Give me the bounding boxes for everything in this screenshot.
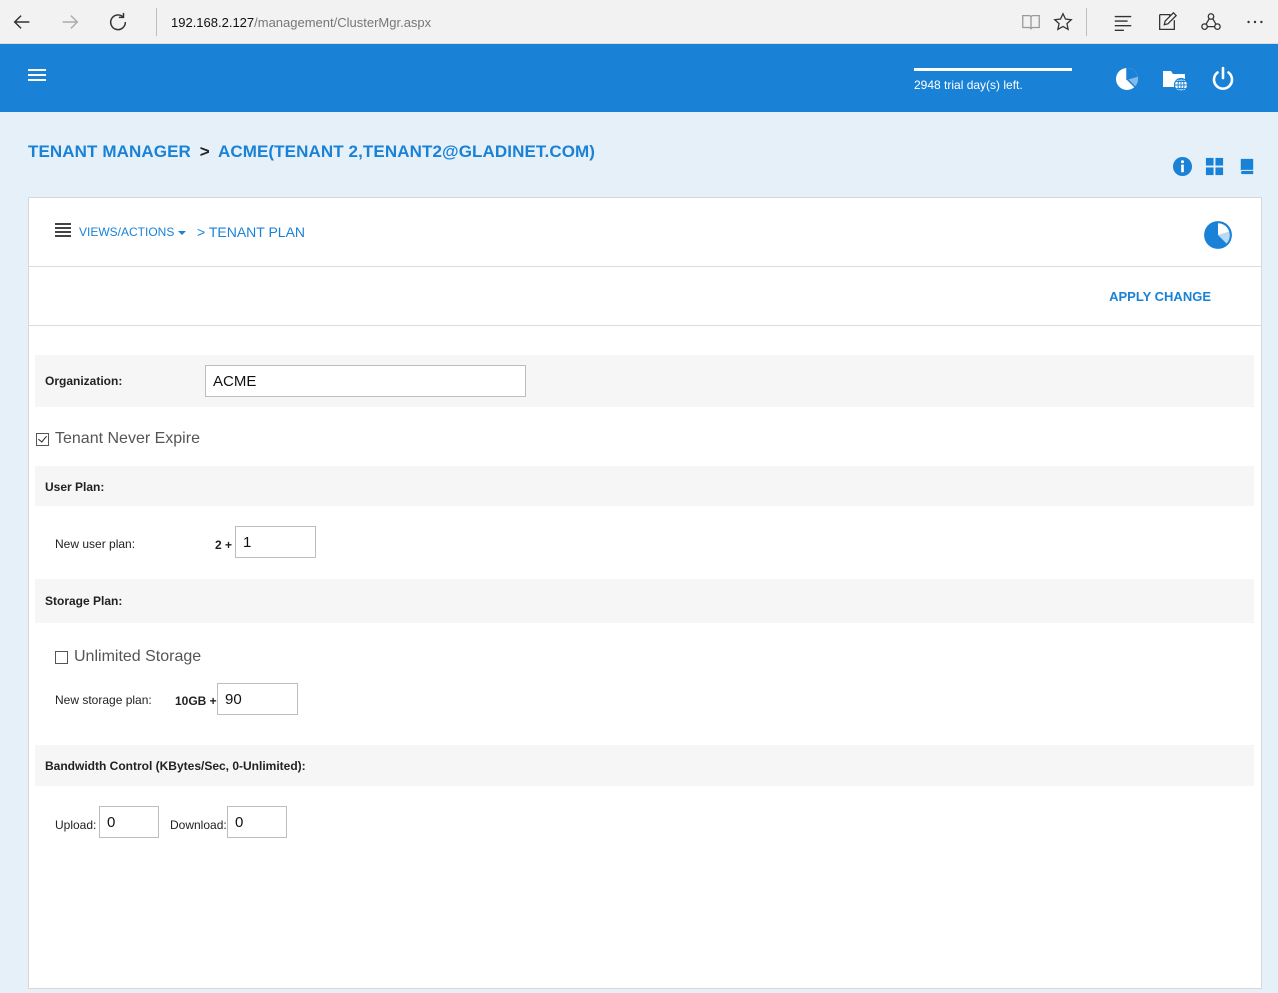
unlimited-storage-checkbox[interactable]	[55, 650, 68, 664]
browser-toolbar: 192.168.2.127/management/ClusterMgr.aspx	[0, 0, 1278, 44]
pen-note-icon	[1159, 11, 1178, 30]
info-icon	[1172, 156, 1192, 176]
pie-chart-icon[interactable]	[1203, 220, 1233, 250]
trial-text: 2948 trial day(s) left.	[914, 78, 1023, 92]
back-arrow-icon	[13, 15, 30, 29]
user-plan-header: User Plan:	[45, 480, 105, 494]
reading-view-button[interactable]	[1018, 9, 1044, 35]
page-tools	[1170, 154, 1258, 178]
book-icon	[1239, 158, 1253, 174]
hub-icon	[1114, 15, 1132, 31]
bandwidth-section: Bandwidth Control (KBytes/Sec, 0-Unlimit…	[35, 745, 1254, 786]
toolbar-divider	[1086, 8, 1087, 36]
download-input[interactable]	[227, 806, 287, 838]
share-button[interactable]	[1198, 9, 1224, 35]
list-icon[interactable]	[55, 223, 71, 237]
user-plan-section: User Plan:	[35, 466, 1254, 506]
apply-change-button[interactable]: APPLY CHANGE	[1109, 289, 1211, 304]
tenant-never-expire-row: Tenant Never Expire	[36, 430, 200, 448]
bandwidth-header: Bandwidth Control (KBytes/Sec, 0-Unlimit…	[45, 759, 306, 773]
more-button[interactable]	[1242, 9, 1268, 35]
new-user-plan-input[interactable]	[235, 526, 316, 558]
web-note-button[interactable]	[1154, 9, 1180, 35]
more-dots-icon	[1247, 20, 1263, 24]
breadcrumb-current: ACME(TENANT 2,TENANT2@GLADINET.COM)	[217, 142, 596, 161]
pie-chart-icon	[1116, 68, 1139, 90]
grid-icon	[1205, 157, 1223, 175]
trial-indicator: 2948 trial day(s) left.	[914, 68, 1072, 92]
info-button[interactable]	[1170, 154, 1194, 178]
unlimited-storage-label: Unlimited Storage	[74, 648, 202, 665]
breadcrumb: TENANT MANAGER > ACME(TENANT 2,TENANT2@G…	[28, 142, 595, 162]
storage-plan-section: Storage Plan:	[35, 579, 1254, 623]
logout-button[interactable]	[1208, 64, 1238, 94]
breadcrumb-root[interactable]: TENANT MANAGER	[28, 142, 191, 161]
url-host: 192.168.2.127	[171, 14, 255, 30]
folder-globe-icon	[1163, 71, 1189, 93]
views-actions-dropdown[interactable]: VIEWS/ACTIONS	[79, 225, 187, 239]
tenant-plan-panel: VIEWS/ACTIONS > TENANT PLAN APPLY CHANGE…	[28, 197, 1262, 989]
hub-button[interactable]	[1110, 9, 1136, 35]
download-label: Download:	[170, 818, 227, 832]
menu-icon[interactable]	[28, 66, 52, 90]
breadcrumb-separator: >	[199, 142, 210, 161]
new-storage-plan-label: New storage plan:	[55, 693, 152, 707]
refresh-icon	[109, 12, 127, 31]
storage-plan-header: Storage Plan:	[45, 594, 123, 608]
forward-arrow-icon	[62, 15, 79, 29]
share-icon	[1201, 13, 1221, 30]
app-header: 2948 trial day(s) left.	[0, 44, 1278, 112]
upload-input[interactable]	[99, 806, 159, 838]
new-user-plan-label: New user plan:	[55, 537, 136, 551]
grid-view-button[interactable]	[1202, 154, 1226, 178]
panel-header: VIEWS/ACTIONS > TENANT PLAN	[29, 198, 1261, 267]
forward-button[interactable]	[56, 8, 84, 36]
action-row: APPLY CHANGE	[29, 267, 1261, 326]
new-storage-plan-input[interactable]	[217, 683, 298, 715]
organization-input[interactable]	[205, 365, 526, 397]
organization-label: Organization:	[45, 374, 123, 388]
book-icon	[1022, 14, 1040, 30]
caret-down-icon	[178, 230, 187, 235]
trial-progress-bar	[914, 68, 1072, 71]
star-icon	[1053, 12, 1073, 31]
views-actions-label: VIEWS/ACTIONS	[79, 225, 175, 239]
section-title: > TENANT PLAN	[197, 224, 306, 240]
url-path: /management/ClusterMgr.aspx	[254, 14, 432, 30]
unlimited-storage-row: Unlimited Storage	[55, 648, 201, 666]
back-button[interactable]	[8, 8, 36, 36]
tenant-never-expire-checkbox[interactable]	[36, 432, 49, 446]
storage-plan-prefix: 10GB +	[175, 694, 217, 708]
power-icon	[1212, 66, 1234, 90]
user-plan-prefix: 2 +	[215, 538, 233, 552]
web-folder-button[interactable]	[1160, 64, 1190, 94]
docs-button[interactable]	[1234, 154, 1258, 178]
tenant-never-expire-label: Tenant Never Expire	[55, 430, 200, 447]
favorite-button[interactable]	[1050, 9, 1076, 35]
refresh-button[interactable]	[104, 8, 132, 36]
upload-label: Upload:	[55, 818, 97, 832]
dashboard-button[interactable]	[1112, 64, 1142, 94]
address-bar[interactable]: 192.168.2.127/management/ClusterMgr.aspx	[156, 8, 1016, 36]
organization-section: Organization:	[35, 355, 1254, 407]
